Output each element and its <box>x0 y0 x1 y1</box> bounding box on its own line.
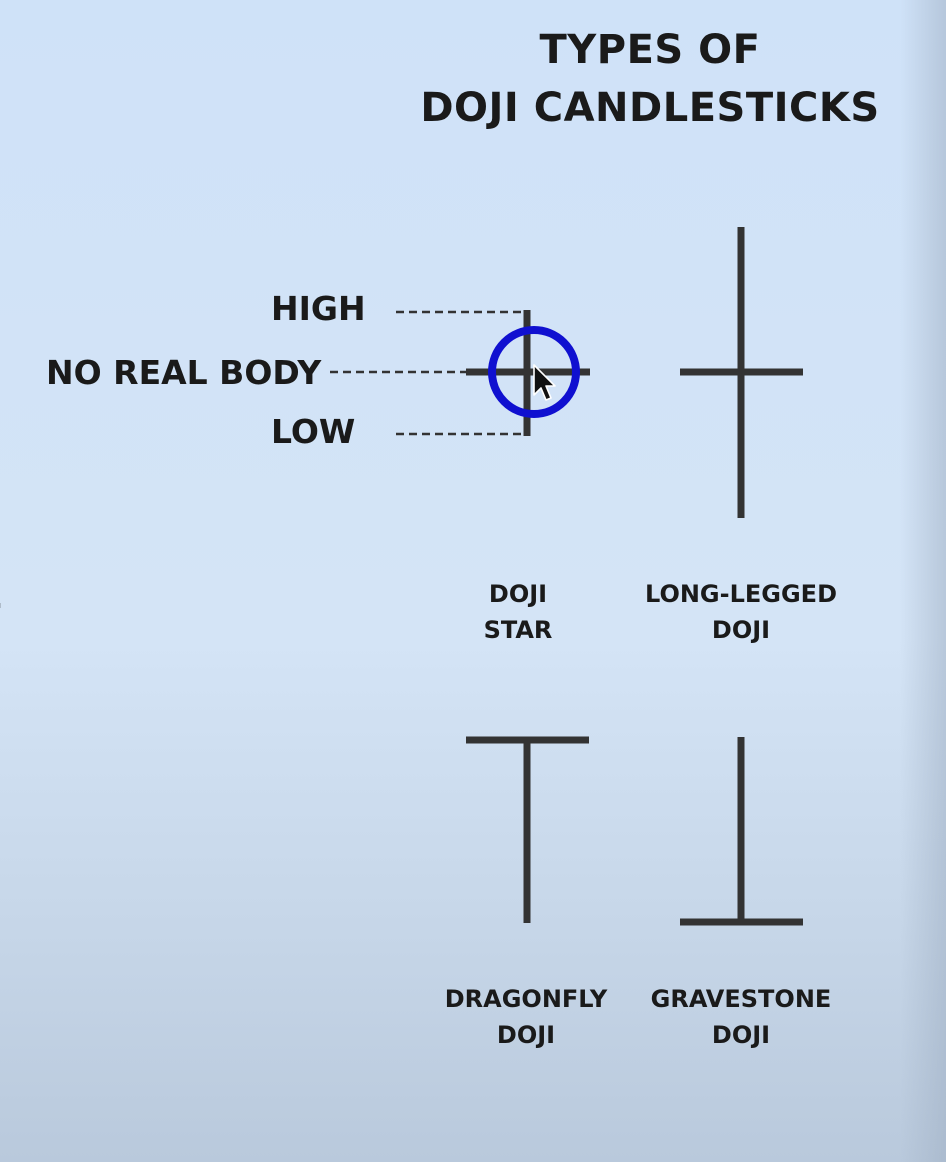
long-legged-doji-candle <box>680 227 803 518</box>
caption-dragonfly-doji: DRAGONFLY DOJI <box>416 981 636 1053</box>
caption-long-legged-line-1: LONG-LEGGED <box>645 580 837 608</box>
caption-long-legged-line-2: DOJI <box>711 616 771 644</box>
caption-gravestone-doji: GRAVESTONE DOJI <box>631 981 851 1053</box>
caption-doji-star: DOJI STAR <box>408 576 628 648</box>
caption-dragonfly-line-1: DRAGONFLY <box>444 985 608 1013</box>
caption-long-legged-doji: LONG-LEGGED DOJI <box>631 576 851 648</box>
caption-gravestone-line-1: GRAVESTONE <box>650 985 832 1013</box>
dragonfly-doji-candle <box>466 736 589 923</box>
gravestone-doji-candle <box>680 737 803 926</box>
caption-doji-star-line-1: DOJI <box>488 580 548 608</box>
caption-gravestone-line-2: DOJI <box>711 1021 771 1049</box>
caption-dragonfly-line-2: DOJI <box>496 1021 556 1049</box>
caption-doji-star-line-2: STAR <box>483 616 553 644</box>
